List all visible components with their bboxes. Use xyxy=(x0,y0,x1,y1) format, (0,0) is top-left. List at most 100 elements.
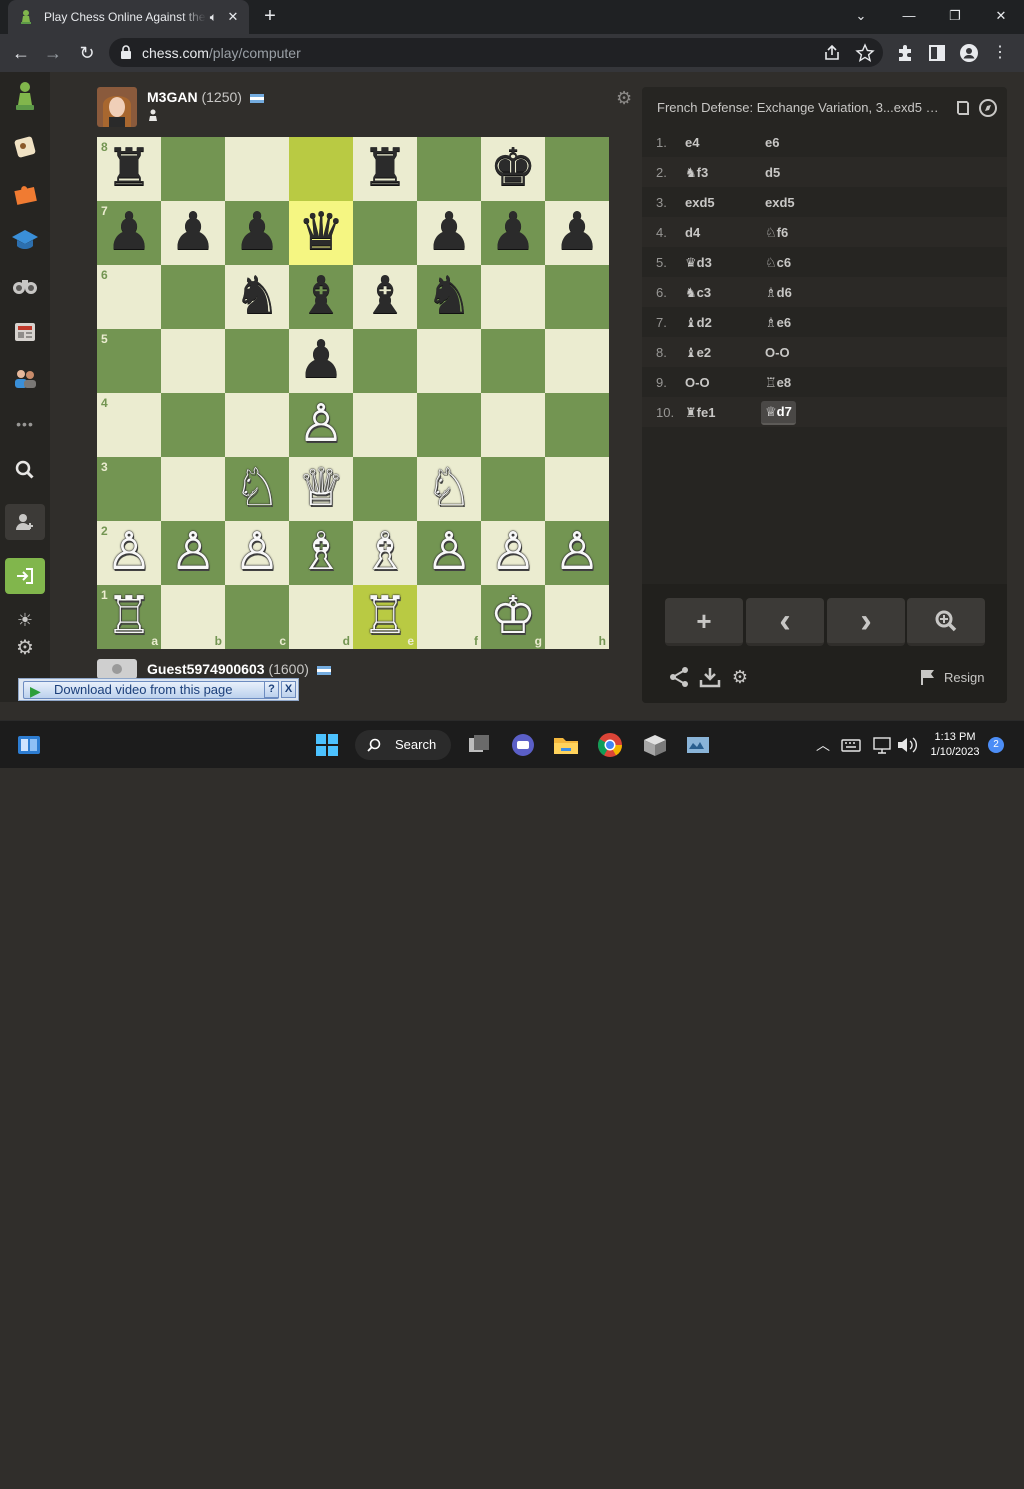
black-move[interactable]: ♗d6 xyxy=(765,285,792,301)
square-h5[interactable] xyxy=(545,329,609,393)
white-piece-d2[interactable]: ♗ xyxy=(289,521,353,585)
back-button[interactable]: ← xyxy=(6,38,36,68)
white-piece-e1[interactable]: ♖ xyxy=(353,585,417,649)
black-move[interactable]: e6 xyxy=(765,135,779,150)
learn-icon[interactable] xyxy=(5,222,45,258)
black-move[interactable]: ♖e8 xyxy=(765,375,791,391)
square-h3[interactable] xyxy=(545,457,609,521)
black-piece-g7[interactable]: ♟ xyxy=(481,201,545,265)
white-move[interactable]: ♝e2 xyxy=(685,345,711,361)
keyboard-icon[interactable] xyxy=(836,730,866,760)
minimize-button[interactable]: — xyxy=(886,0,932,32)
black-piece-e8[interactable]: ♜ xyxy=(353,137,417,201)
task-view-icon[interactable] xyxy=(464,730,494,760)
white-move[interactable]: ♝d2 xyxy=(685,315,712,331)
more-icon[interactable]: ••• xyxy=(5,406,45,442)
settings-icon[interactable]: ⚙ xyxy=(5,630,45,666)
player-name[interactable]: Guest5974900603 xyxy=(147,661,265,677)
monitor-app-icon[interactable] xyxy=(683,730,713,760)
share-icon[interactable] xyxy=(822,43,842,63)
square-b5[interactable] xyxy=(161,329,225,393)
square-a5[interactable]: 5 xyxy=(97,329,161,393)
taskbar-search[interactable]: Search xyxy=(355,730,451,760)
black-move[interactable]: d5 xyxy=(765,165,780,180)
window-close-button[interactable]: ✕ xyxy=(978,0,1024,32)
white-piece-g2[interactable]: ♙ xyxy=(481,521,545,585)
play-icon[interactable] xyxy=(5,129,45,165)
white-piece-c2[interactable]: ♙ xyxy=(225,521,289,585)
download-video-button[interactable]: ▶ Download video from this page xyxy=(23,681,279,699)
square-b1[interactable]: b xyxy=(161,585,225,649)
square-c1[interactable]: c xyxy=(225,585,289,649)
puzzles-icon[interactable] xyxy=(5,175,45,211)
previous-move-button[interactable]: ‹ xyxy=(746,598,824,646)
square-h4[interactable] xyxy=(545,393,609,457)
maximize-button[interactable]: ❐ xyxy=(932,0,978,32)
black-piece-f7[interactable]: ♟ xyxy=(417,201,481,265)
notification-badge[interactable]: 2 xyxy=(988,737,1004,753)
news-icon[interactable] xyxy=(5,314,45,350)
square-f4[interactable] xyxy=(417,393,481,457)
download-close-button[interactable]: X xyxy=(281,681,296,698)
square-e3[interactable] xyxy=(353,457,417,521)
browser-menu-icon[interactable]: ⋮ xyxy=(990,43,1010,63)
white-move[interactable]: ♞c3 xyxy=(685,285,711,301)
square-c8[interactable] xyxy=(225,137,289,201)
black-piece-f6[interactable]: ♞ xyxy=(417,265,481,329)
opening-book-icon[interactable] xyxy=(953,98,973,118)
square-d1[interactable]: d xyxy=(289,585,353,649)
white-piece-h2[interactable]: ♙ xyxy=(545,521,609,585)
resign-button[interactable]: Resign xyxy=(944,670,984,685)
white-piece-g1[interactable]: ♔ xyxy=(481,585,545,649)
resign-flag-icon[interactable] xyxy=(919,668,937,686)
black-piece-d7[interactable]: ♛ xyxy=(289,201,353,265)
black-move[interactable]: exd5 xyxy=(765,195,795,210)
search-icon[interactable] xyxy=(5,452,45,488)
white-move[interactable]: e4 xyxy=(685,135,699,150)
white-move[interactable]: ♜fe1 xyxy=(685,405,715,421)
white-piece-a1[interactable]: ♖ xyxy=(97,585,161,649)
black-piece-g8[interactable]: ♚ xyxy=(481,137,545,201)
black-move[interactable]: ♗e6 xyxy=(765,315,791,331)
social-icon[interactable] xyxy=(5,360,45,396)
black-piece-h7[interactable]: ♟ xyxy=(545,201,609,265)
square-h6[interactable] xyxy=(545,265,609,329)
square-a4[interactable]: 4 xyxy=(97,393,161,457)
new-game-button[interactable]: + xyxy=(665,598,743,646)
player-avatar[interactable] xyxy=(97,659,137,679)
black-move[interactable]: O-O xyxy=(765,345,790,360)
login-button[interactable] xyxy=(5,558,45,594)
white-piece-d3[interactable]: ♕ xyxy=(289,457,353,521)
opponent-name[interactable]: M3GAN xyxy=(147,89,198,105)
square-f5[interactable] xyxy=(417,329,481,393)
teams-chat-icon[interactable] xyxy=(508,730,538,760)
square-f8[interactable] xyxy=(417,137,481,201)
app-box-icon[interactable] xyxy=(640,730,670,760)
black-piece-a8[interactable]: ♜ xyxy=(97,137,161,201)
black-piece-c6[interactable]: ♞ xyxy=(225,265,289,329)
tab-close-icon[interactable]: ✕ xyxy=(225,9,241,25)
signup-button[interactable] xyxy=(5,504,45,540)
next-move-button[interactable]: › xyxy=(827,598,905,646)
white-piece-f3[interactable]: ♘ xyxy=(417,457,481,521)
square-g3[interactable] xyxy=(481,457,545,521)
chess-board[interactable]: 8 7 6 5 4 3 2 1 a b c d e f g h ♜ ♜ ♚ ♟ ♟ ♟ ♛ ♟ ♟ ♟ ♞ ♝ ♝ ♞ ♟ ♙ ♘ ♕ ♘ ♙ ♙ ♙ ♗ ♗… xyxy=(97,137,609,649)
lock-icon[interactable] xyxy=(120,45,132,59)
black-piece-d6[interactable]: ♝ xyxy=(289,265,353,329)
square-e7[interactable] xyxy=(353,201,417,265)
reload-button[interactable]: ↻ xyxy=(72,38,102,68)
chess-com-logo-icon[interactable] xyxy=(5,78,45,114)
widgets-icon[interactable] xyxy=(14,730,44,760)
address-bar[interactable]: chess.com/play/computer xyxy=(109,38,883,67)
black-move[interactable]: ♕d7 xyxy=(761,401,796,425)
profile-icon[interactable] xyxy=(959,43,979,63)
forward-button[interactable]: → xyxy=(38,38,68,68)
black-move[interactable]: ♘c6 xyxy=(765,255,791,271)
volume-icon[interactable] xyxy=(892,730,922,760)
square-c5[interactable] xyxy=(225,329,289,393)
windows-start-icon[interactable] xyxy=(312,730,342,760)
tab-search-chevron-icon[interactable]: ⌄ xyxy=(838,0,884,32)
analysis-button[interactable] xyxy=(907,598,985,646)
white-move[interactable]: O-O xyxy=(685,375,710,390)
black-piece-d5[interactable]: ♟ xyxy=(289,329,353,393)
